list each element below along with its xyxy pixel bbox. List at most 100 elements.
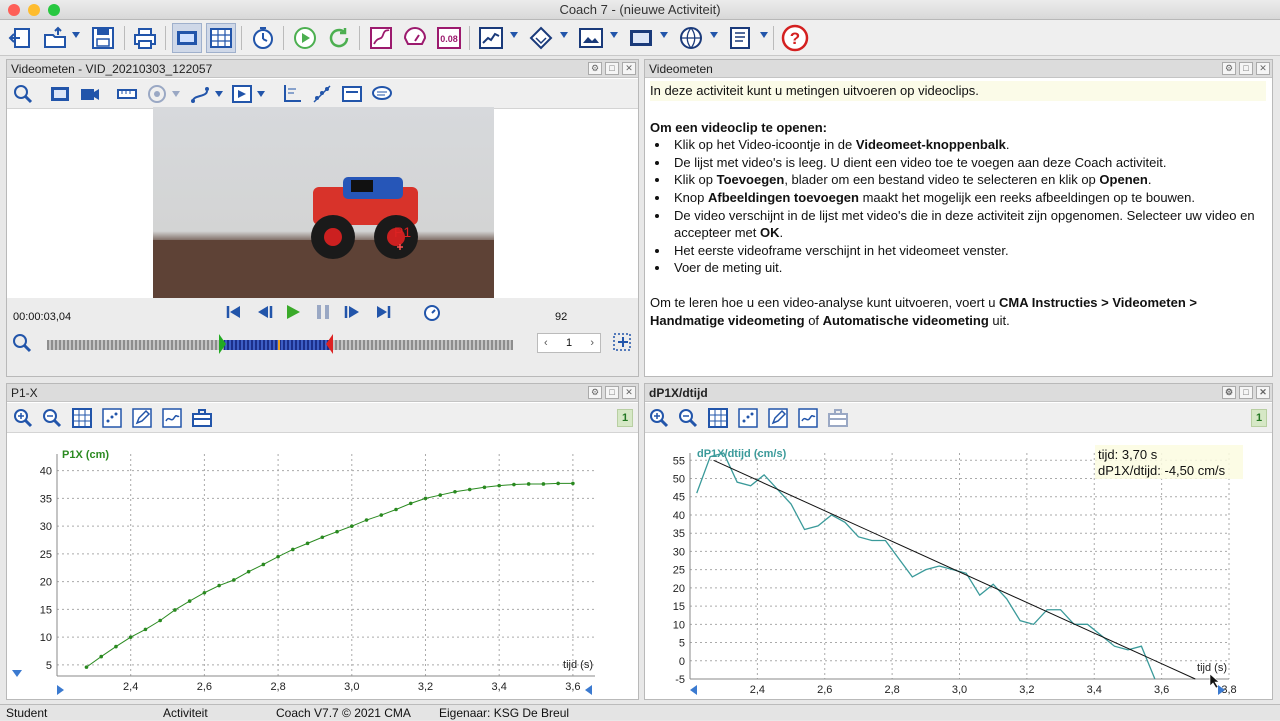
video-window-icon[interactable] <box>172 23 202 53</box>
svg-text:0.08: 0.08 <box>440 34 458 44</box>
wrench-icon[interactable]: ⚙ <box>588 62 602 75</box>
play-icon[interactable] <box>282 301 304 323</box>
x-tick-label: 2,8 <box>270 681 285 693</box>
close-icon[interactable]: ✕ <box>1256 62 1270 75</box>
text-icon[interactable] <box>726 23 756 53</box>
text-run: Klik op <box>674 172 717 188</box>
wrench-icon[interactable]: ⚙ <box>1222 62 1236 75</box>
animation-icon[interactable] <box>476 23 506 53</box>
camera-icon[interactable] <box>77 82 103 106</box>
web-dropdown-icon[interactable] <box>710 32 718 38</box>
web-icon[interactable] <box>676 23 706 53</box>
text-run: Voer de meting uit. <box>674 260 783 276</box>
zoom-out-icon[interactable] <box>675 406 701 430</box>
data-points-icon[interactable] <box>99 406 125 430</box>
step-increase-icon[interactable]: › <box>590 334 594 352</box>
measure-dropdown-icon[interactable] <box>560 32 568 38</box>
data-point <box>128 635 133 639</box>
value-display-icon[interactable]: 0.08 <box>434 23 464 53</box>
wrench-icon[interactable]: ⚙ <box>588 386 602 399</box>
close-icon[interactable]: ✕ <box>622 386 636 399</box>
next-frame-icon[interactable] <box>342 301 364 323</box>
frame-dropdown-icon[interactable] <box>257 91 265 97</box>
maximize-icon[interactable]: □ <box>1239 386 1253 399</box>
table-window-icon[interactable] <box>206 23 236 53</box>
y-tick-label: 5 <box>46 660 52 672</box>
previous-frame-icon[interactable] <box>253 301 275 323</box>
close-icon[interactable]: ✕ <box>1256 386 1270 399</box>
last-frame-icon[interactable] <box>372 301 394 323</box>
pause-icon[interactable] <box>312 301 334 323</box>
open-dropdown-icon[interactable] <box>72 32 80 38</box>
zoom-out-icon[interactable] <box>39 406 65 430</box>
stopwatch-icon[interactable] <box>421 301 443 323</box>
data-point <box>408 501 413 506</box>
text-dropdown-icon[interactable] <box>760 32 768 38</box>
animation-dropdown-icon[interactable] <box>510 32 518 38</box>
zoom-window-button[interactable] <box>48 4 60 16</box>
video-frame[interactable]: P1 <box>153 107 494 298</box>
target-dropdown-icon[interactable] <box>172 91 180 97</box>
maximize-icon[interactable]: □ <box>1239 62 1253 75</box>
data-point <box>541 482 546 486</box>
timeline-zoom-icon[interactable] <box>11 332 33 354</box>
range-end-marker[interactable] <box>326 334 333 354</box>
maximize-icon[interactable]: □ <box>605 62 619 75</box>
comment-icon[interactable] <box>369 82 395 106</box>
path-dropdown-icon[interactable] <box>215 91 223 97</box>
data-point <box>526 482 531 486</box>
data-points-icon[interactable] <box>735 406 761 430</box>
measure-icon[interactable] <box>526 23 556 53</box>
image-icon[interactable] <box>576 23 606 53</box>
target-icon[interactable] <box>144 82 170 106</box>
save-icon[interactable] <box>88 23 118 53</box>
step-decrease-icon[interactable]: ‹ <box>544 334 548 352</box>
zoom-in-icon[interactable] <box>10 406 36 430</box>
zoom-in-icon[interactable] <box>646 406 672 430</box>
refresh-icon[interactable] <box>324 23 354 53</box>
instruction-item: De video verschijnt in de lijst met vide… <box>670 207 1266 242</box>
exit-activity-icon[interactable] <box>5 23 35 53</box>
timer-icon[interactable] <box>248 23 278 53</box>
data-point <box>99 654 104 659</box>
grid-icon[interactable] <box>69 406 95 430</box>
range-start-marker[interactable] <box>219 334 226 354</box>
scatter-icon[interactable] <box>309 82 335 106</box>
edit-graph-icon[interactable] <box>765 406 791 430</box>
axes-icon[interactable] <box>279 82 305 106</box>
start-icon[interactable] <box>290 23 320 53</box>
open-activity-icon[interactable] <box>40 23 70 53</box>
image-dropdown-icon[interactable] <box>610 32 618 38</box>
tooltip-slope: dP1X/dtijd: -4,50 cm/s <box>1098 463 1226 478</box>
caption-icon[interactable] <box>339 82 365 106</box>
first-frame-icon[interactable] <box>223 301 245 323</box>
video-select-icon[interactable] <box>47 82 73 106</box>
add-frame-icon[interactable] <box>612 331 634 353</box>
wrench-icon[interactable]: ⚙ <box>1222 386 1236 399</box>
video-icon[interactable] <box>626 23 656 53</box>
analysis-icon[interactable] <box>159 406 185 430</box>
close-window-button[interactable] <box>8 4 20 16</box>
zoom-icon[interactable] <box>10 82 36 106</box>
ruler-icon[interactable] <box>114 82 140 106</box>
video-timeline[interactable] <box>47 338 513 352</box>
toolbox-icon[interactable] <box>825 406 851 430</box>
print-icon[interactable] <box>130 23 160 53</box>
maximize-icon[interactable]: □ <box>605 386 619 399</box>
path-icon[interactable] <box>187 82 213 106</box>
minimize-window-button[interactable] <box>28 4 40 16</box>
velocity-graph-area[interactable]: 2,4 2,6 2,8 3,0 3,2 3,4 3,6 3,8 -5 0 5 10 15 20 25 30 35… <box>645 434 1272 699</box>
graph-icon[interactable] <box>366 23 396 53</box>
edit-graph-icon[interactable] <box>129 406 155 430</box>
frame-icon[interactable] <box>229 82 255 106</box>
grid-icon[interactable] <box>705 406 731 430</box>
help-icon[interactable]: ? <box>780 23 810 53</box>
step-stepper[interactable]: ‹ 1 › <box>537 333 601 353</box>
x-axis-label: tijd (s) <box>563 659 593 671</box>
position-graph-area[interactable]: 2,4 2,6 2,8 3,0 3,2 3,4 3,6 5 10 15 20 25 30 35 40 tijd… <box>7 434 638 699</box>
video-dropdown-icon[interactable] <box>660 32 668 38</box>
close-icon[interactable]: ✕ <box>622 62 636 75</box>
toolbox-icon[interactable] <box>189 406 215 430</box>
analysis-icon[interactable] <box>795 406 821 430</box>
meter-icon[interactable] <box>400 23 430 53</box>
